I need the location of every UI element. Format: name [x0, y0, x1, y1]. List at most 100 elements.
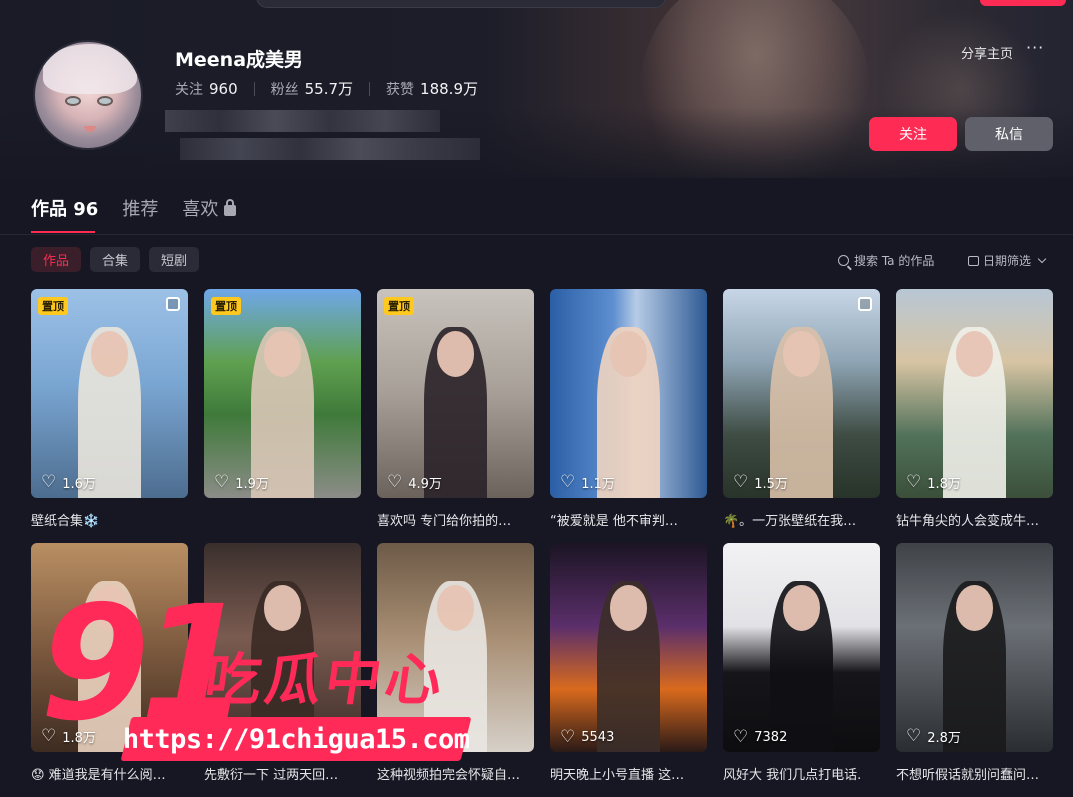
video-likes: ♡ 1.8万: [41, 726, 96, 747]
redacted-bio-line: [180, 138, 480, 160]
video-thumbnail[interactable]: ♡ 1.5万: [723, 289, 880, 498]
content-filter-chips: 作品 合集 短剧: [31, 247, 200, 272]
video-caption[interactable]: 🌴。一万张壁纸在我…: [723, 510, 880, 529]
video-grid: 置顶 ♡ 1.6万 壁纸合集❄️ 置顶 ♡ 1.9万 置顶 ♡ 4.9万 喜欢吗 专门给你拍的… ♡ 1…: [31, 289, 1053, 797]
top-upload-button[interactable]: [980, 0, 1066, 6]
lock-icon: [224, 198, 237, 216]
likes-label: 获赞: [386, 81, 415, 98]
heart-icon: ♡: [41, 726, 57, 746]
followers-count[interactable]: 55.7万: [305, 78, 353, 99]
following-label: 关注: [175, 81, 203, 98]
profile-tabs: 作品 96 推荐 喜欢: [31, 195, 237, 233]
video-card[interactable]: ♡ 5543 明天晚上小号直播 这…: [550, 543, 707, 797]
image-set-icon: [858, 297, 872, 311]
video-likes: ♡ 1.5万: [733, 472, 788, 493]
video-likes: ♡ 5543: [560, 729, 614, 746]
heart-icon: ♡: [214, 472, 230, 492]
pinned-badge: 置顶: [384, 297, 414, 315]
heart-icon: ♡: [560, 727, 576, 747]
avatar[interactable]: [33, 40, 143, 150]
video-thumbnail[interactable]: ♡ 7382: [723, 543, 880, 752]
heart-icon: ♡: [906, 726, 922, 746]
date-filter-dropdown[interactable]: 日期筛选: [968, 252, 1047, 269]
video-card[interactable]: ♡ 1.8万 😟 难道我是有什么阅…: [31, 543, 188, 797]
heart-icon: ♡: [560, 472, 576, 492]
share-profile-link[interactable]: 分享主页: [961, 43, 1013, 62]
video-likes: ♡ 1.1万: [560, 472, 615, 493]
heart-icon: ♡: [387, 472, 403, 492]
video-likes: ♡ 2.8万: [906, 726, 961, 747]
video-caption[interactable]: 明天晚上小号直播 这…: [550, 764, 707, 783]
video-card[interactable]: 置顶 ♡ 1.9万: [204, 289, 361, 543]
profile-stats: 关注 960 粉丝 55.7万 获赞 188.9万: [175, 78, 478, 99]
like-count: 1.1万: [581, 477, 615, 492]
like-count: 2.8万: [927, 731, 961, 746]
tab-divider: [0, 234, 1073, 235]
following-count[interactable]: 960: [209, 80, 238, 98]
video-likes: ♡ 1.6万: [41, 472, 96, 493]
video-thumbnail[interactable]: ♡ 1.8万: [31, 543, 188, 752]
like-count: 1.8万: [62, 731, 96, 746]
like-count: 1.8万: [927, 477, 961, 492]
like-count: 1.6万: [62, 477, 96, 492]
followers-label: 粉丝: [270, 81, 299, 98]
video-thumbnail[interactable]: 置顶 ♡ 1.6万: [31, 289, 188, 498]
stat-divider: [369, 81, 371, 96]
video-thumbnail[interactable]: [377, 543, 534, 752]
video-thumbnail[interactable]: 置顶 ♡ 1.9万: [204, 289, 361, 498]
video-thumbnail[interactable]: [204, 543, 361, 752]
video-caption[interactable]: 😟 难道我是有什么阅…: [31, 764, 188, 783]
more-options-icon[interactable]: ···: [1026, 38, 1044, 57]
video-card[interactable]: 先敷衍一下 过两天回…: [204, 543, 361, 797]
top-search-bar[interactable]: [256, 0, 666, 8]
video-thumbnail[interactable]: 置顶 ♡ 4.9万: [377, 289, 534, 498]
video-caption[interactable]: 钻牛角尖的人会变成牛…: [896, 510, 1053, 529]
search-icon: [838, 255, 849, 266]
heart-icon: ♡: [733, 727, 749, 747]
video-caption[interactable]: 风好大 我们几点打电话.: [723, 764, 880, 783]
likes-count: 188.9万: [420, 80, 478, 98]
video-card[interactable]: ♡ 1.5万 🌴。一万张壁纸在我…: [723, 289, 880, 543]
like-count: 1.9万: [235, 477, 269, 492]
calendar-icon: [968, 255, 979, 266]
video-thumbnail[interactable]: ♡ 1.1万: [550, 289, 707, 498]
stat-divider: [253, 81, 255, 96]
video-thumbnail[interactable]: ♡ 1.8万: [896, 289, 1053, 498]
video-thumbnail[interactable]: ♡ 5543: [550, 543, 707, 752]
like-count: 1.5万: [754, 477, 788, 492]
tab-works[interactable]: 作品 96: [31, 195, 98, 233]
video-card[interactable]: 这种视频拍完会怀疑自…: [377, 543, 534, 797]
video-card[interactable]: ♡ 2.8万不想听假话就别问蠢问…: [896, 543, 1053, 797]
search-works[interactable]: 搜索 Ta 的作品: [838, 252, 934, 269]
tab-recommend[interactable]: 推荐: [122, 195, 158, 233]
heart-icon: ♡: [906, 472, 922, 492]
video-caption[interactable]: 先敷衍一下 过两天回…: [204, 764, 361, 783]
video-caption[interactable]: 壁纸合集❄️: [31, 510, 188, 529]
heart-icon: ♡: [41, 472, 57, 492]
chip-collections[interactable]: 合集: [90, 247, 141, 272]
video-card[interactable]: ♡ 1.1万 “被爱就是 他不审判…: [550, 289, 707, 543]
video-card[interactable]: ♡ 1.8万钻牛角尖的人会变成牛…: [896, 289, 1053, 543]
video-caption[interactable]: 这种视频拍完会怀疑自…: [377, 764, 534, 783]
video-card[interactable]: 置顶 ♡ 4.9万 喜欢吗 专门给你拍的…: [377, 289, 534, 543]
video-caption[interactable]: 喜欢吗 专门给你拍的…: [377, 510, 534, 529]
profile-banner: [0, 0, 1073, 178]
heart-icon: ♡: [733, 472, 749, 492]
video-caption[interactable]: “被爱就是 他不审判…: [550, 510, 707, 529]
message-button[interactable]: 私信: [965, 117, 1053, 151]
like-count: 7382: [754, 730, 788, 745]
follow-button[interactable]: 关注: [869, 117, 957, 151]
chip-short-dramas[interactable]: 短剧: [149, 247, 200, 272]
chip-works[interactable]: 作品: [31, 247, 82, 272]
video-likes: ♡ 1.9万: [214, 472, 269, 493]
video-caption[interactable]: 不想听假话就别问蠢问…: [896, 764, 1053, 783]
image-set-icon: [166, 297, 180, 311]
video-card[interactable]: 置顶 ♡ 1.6万壁纸合集❄️: [31, 289, 188, 543]
video-likes: ♡ 1.8万: [906, 472, 961, 493]
video-card[interactable]: ♡ 7382 风好大 我们几点打电话.: [723, 543, 880, 797]
pinned-badge: 置顶: [38, 297, 68, 315]
video-thumbnail[interactable]: ♡ 2.8万: [896, 543, 1053, 752]
chevron-down-icon: [1037, 254, 1047, 264]
tab-likes[interactable]: 喜欢: [182, 195, 237, 233]
pinned-badge: 置顶: [211, 297, 241, 315]
